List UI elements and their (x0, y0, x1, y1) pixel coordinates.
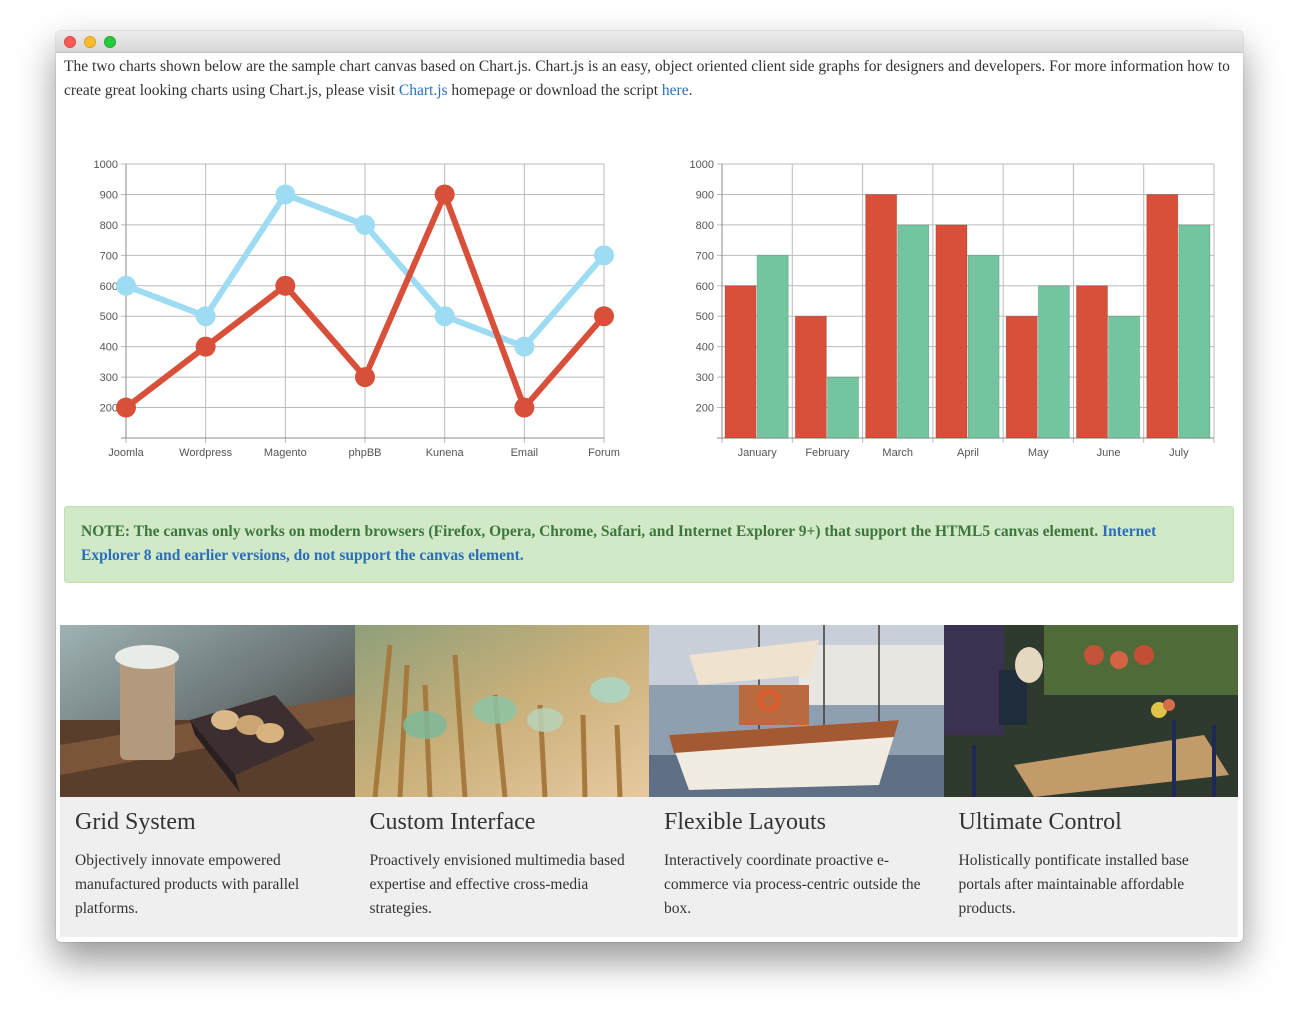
data-point (275, 184, 296, 205)
y-tick-label: 600 (100, 281, 118, 293)
bar (897, 224, 930, 439)
coffee-macarons-photo (60, 625, 355, 797)
bar-chart: 200 300 400 500 600 700 800 900 1000 January Febru… (684, 151, 1224, 471)
x-tick-label: June (1097, 447, 1121, 459)
bottles-fence-photo (354, 625, 649, 797)
y-tick-label: 500 (696, 311, 714, 323)
bar (794, 315, 827, 439)
y-tick-label: 200 (100, 403, 118, 415)
intro-text-middle: homepage or download the script (447, 82, 662, 99)
bar (865, 193, 898, 439)
x-tick-label: Kunena (426, 447, 465, 459)
x-tick-label: Email (511, 447, 539, 459)
feature-description: Interactively coordinate proactive e-com… (664, 852, 921, 917)
download-link[interactable]: here (662, 82, 689, 99)
feature-title: Ultimate Control (958, 809, 1122, 835)
y-tick-label: 700 (696, 250, 714, 262)
browser-support-note: NOTE: The canvas only works on modern br… (64, 506, 1234, 583)
y-tick-label: 800 (696, 220, 714, 232)
y-tick-label: 700 (100, 250, 118, 262)
minimize-window-icon[interactable] (84, 36, 96, 48)
bar-chart-canvas: 200 300 400 500 600 700 800 900 1000 January Febru… (690, 159, 1215, 459)
data-point (195, 336, 216, 357)
window-titlebar (56, 31, 1243, 53)
y-tick-label: 1000 (94, 159, 118, 171)
feature-title: Custom Interface (369, 809, 536, 835)
feature-title: Grid System (75, 809, 196, 835)
sailing-boat-photo (649, 625, 944, 797)
y-tick-label: 400 (696, 342, 714, 354)
x-tick-label: April (957, 447, 979, 459)
y-tick-label: 400 (100, 342, 118, 354)
y-tick-label: 1000 (690, 159, 714, 171)
x-tick-label: May (1028, 447, 1049, 459)
line-chart: 200 300 400 500 600 700 800 900 1000 Joomla Wordpr… (84, 151, 644, 471)
feature-card: Custom Interface Proactively envisioned … (354, 625, 649, 937)
data-point (116, 397, 136, 418)
maximize-window-icon[interactable] (104, 36, 116, 48)
line-chart-canvas: 200 300 400 500 600 700 800 900 1000 Joomla Wordpr… (94, 159, 620, 459)
bar (967, 254, 1000, 439)
data-point (594, 306, 614, 327)
y-tick-label: 900 (100, 189, 118, 201)
bar (1005, 315, 1038, 439)
x-tick-label: Magento (264, 447, 307, 459)
y-tick-label: 600 (696, 281, 714, 293)
y-tick-label: 200 (696, 403, 714, 415)
intro-paragraph: The two charts shown below are the sampl… (64, 55, 1236, 103)
data-point (355, 367, 375, 388)
cafe-terrace-photo (943, 625, 1238, 797)
feature-description: Objectively innovate empowered manufactu… (75, 852, 300, 917)
feature-card: Flexible Layouts Interactively coordinat… (649, 625, 944, 937)
bar (1146, 193, 1179, 439)
bar (1108, 315, 1141, 439)
y-tick-label: 900 (696, 189, 714, 201)
bar (756, 254, 789, 439)
y-tick-label: 500 (100, 311, 118, 323)
intro-text-end: . (688, 82, 693, 99)
feature-card: Ultimate Control Holistically pontificat… (943, 625, 1238, 937)
data-point (355, 214, 375, 235)
x-tick-label: Wordpress (179, 447, 232, 459)
x-tick-label: phpBB (348, 447, 381, 459)
x-tick-label: Joomla (108, 447, 144, 459)
data-point (514, 397, 535, 418)
bar (826, 376, 860, 439)
x-tick-label: Forum (588, 447, 620, 459)
x-tick-label: January (738, 447, 778, 459)
feature-card: Grid System Objectively innovate empower… (60, 625, 355, 937)
bar (1075, 285, 1109, 439)
browser-window: The two charts shown below are the sampl… (56, 31, 1243, 942)
data-point (594, 245, 614, 266)
x-tick-label: February (805, 447, 850, 459)
note-text: NOTE: The canvas only works on modern br… (81, 523, 1103, 540)
feature-description: Proactively envisioned multimedia based … (369, 852, 625, 917)
data-point (434, 306, 455, 327)
data-point (195, 306, 216, 327)
y-tick-label: 300 (696, 372, 714, 384)
bar (724, 285, 757, 439)
chartjs-link[interactable]: Chart.js (399, 82, 448, 99)
y-tick-label: 800 (100, 220, 118, 232)
feature-description: Holistically pontificate installed base … (958, 852, 1189, 917)
bar (935, 224, 968, 439)
data-point (116, 275, 136, 296)
data-point (275, 275, 296, 296)
x-tick-label: July (1169, 447, 1189, 459)
close-window-icon[interactable] (64, 36, 76, 48)
x-tick-label: March (882, 447, 913, 459)
data-point (434, 184, 455, 205)
data-point (514, 336, 535, 357)
feature-title: Flexible Layouts (664, 809, 826, 835)
bar (1178, 224, 1211, 439)
features-row: Grid System Objectively innovate empower… (60, 625, 1238, 937)
y-tick-label: 300 (100, 372, 118, 384)
bar (1037, 285, 1070, 439)
